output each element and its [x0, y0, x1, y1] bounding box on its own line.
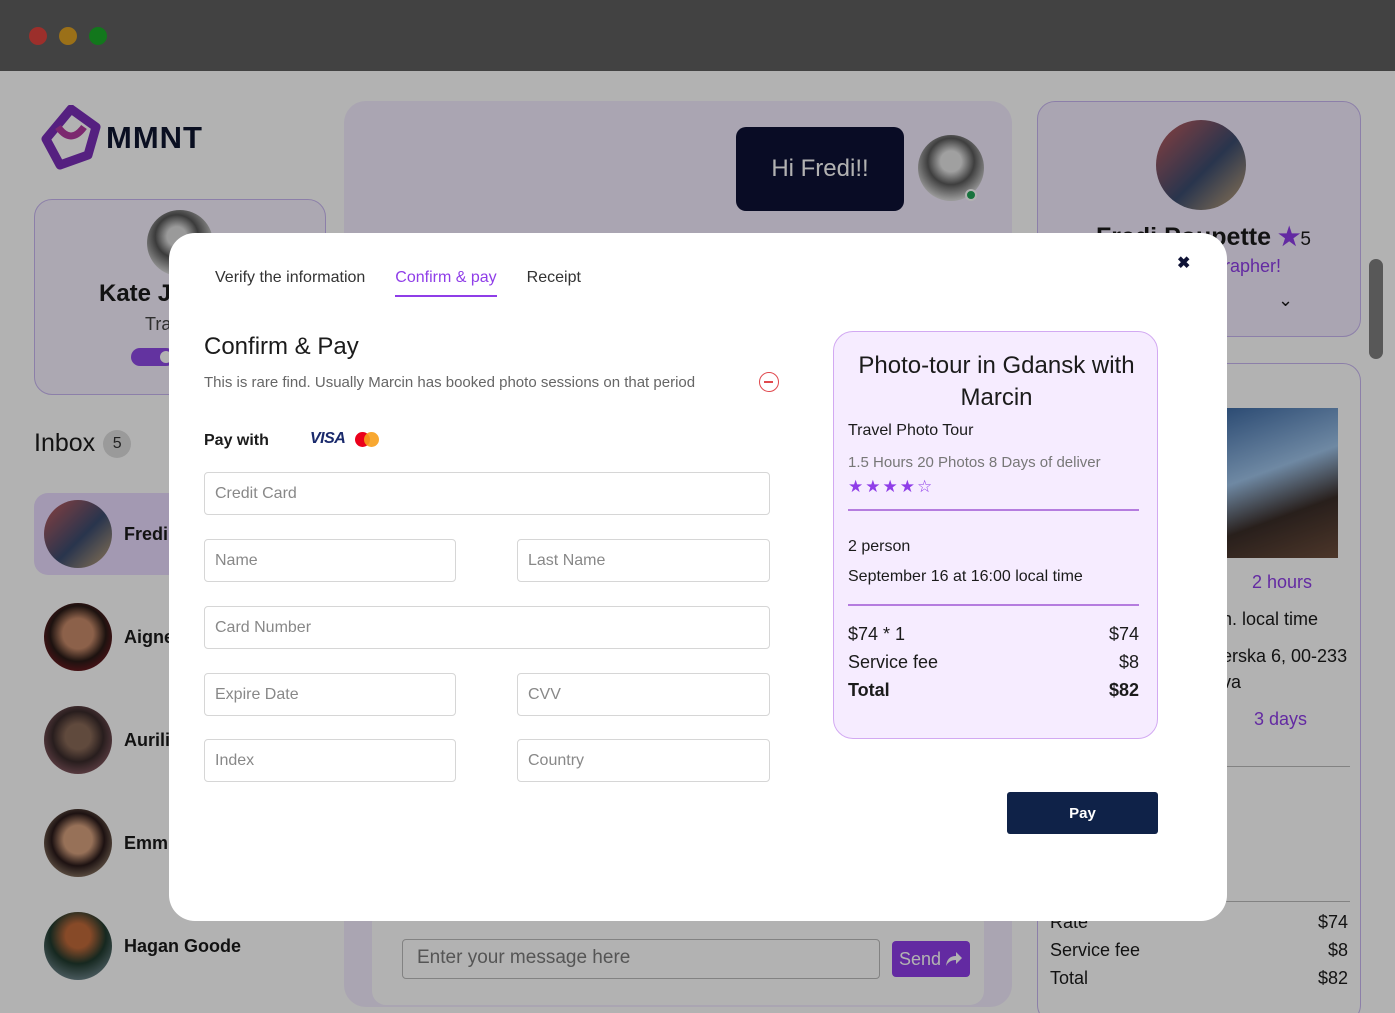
expire-date-field[interactable]: [204, 673, 456, 716]
star-icon: ★: [899, 477, 917, 496]
star-outline-icon: ☆: [917, 477, 935, 496]
index-field[interactable]: [204, 739, 456, 782]
payment-modal: Verify the information Confirm & pay Rec…: [169, 233, 1227, 921]
total-value: $82: [1108, 680, 1139, 700]
star-icon: ★: [882, 477, 900, 496]
modal-subtitle: This is rare find. Usually Marcin has bo…: [204, 374, 696, 391]
total-label: Total: [848, 680, 890, 700]
credit-card-field[interactable]: [204, 472, 770, 515]
pay-with-label: Pay with: [204, 432, 269, 449]
close-icon[interactable]: ✖: [1177, 253, 1190, 273]
mastercard-icon[interactable]: [355, 432, 379, 448]
checkout-steps: Verify the information Confirm & pay Rec…: [215, 269, 581, 297]
pay-button[interactable]: Pay: [1007, 792, 1158, 834]
star-rating: ★★★★☆: [848, 477, 934, 497]
minus-circle-icon[interactable]: [759, 372, 779, 392]
visa-icon[interactable]: VISA: [310, 430, 346, 448]
price-label: $74 * 1: [848, 624, 906, 644]
order-summary-card: Photo-tour in Gdansk with Marcin Travel …: [833, 331, 1158, 739]
price-row: $74 * 1 $74: [848, 624, 1139, 645]
tab-confirm-pay[interactable]: Confirm & pay: [395, 269, 497, 297]
cvv-field[interactable]: [517, 673, 770, 716]
last-name-field[interactable]: [517, 539, 770, 582]
name-field[interactable]: [204, 539, 456, 582]
total-row: Total $82: [848, 680, 1139, 701]
tab-verify[interactable]: Verify the information: [215, 269, 365, 297]
persons: 2 person: [848, 538, 911, 555]
tour-type: Travel Photo Tour: [848, 422, 974, 439]
fee-label: Service fee: [848, 652, 939, 672]
tab-receipt[interactable]: Receipt: [527, 269, 581, 297]
country-field[interactable]: [517, 739, 770, 782]
star-icon: ★: [848, 477, 866, 496]
modal-title: Confirm & Pay: [204, 333, 359, 360]
session-datetime: September 16 at 16:00 local time: [848, 568, 1083, 585]
divider: [848, 509, 1139, 511]
fee-value: $8: [1118, 652, 1139, 672]
divider: [848, 604, 1139, 606]
star-icon: ★: [865, 477, 883, 496]
tour-meta: 1.5 Hours 20 Photos 8 Days of deliver: [848, 454, 1101, 471]
tour-title: Photo-tour in Gdansk with Marcin: [858, 352, 1135, 411]
card-number-field[interactable]: [204, 606, 770, 649]
fee-row: Service fee $8: [848, 652, 1139, 673]
price-value: $74: [1108, 624, 1139, 644]
